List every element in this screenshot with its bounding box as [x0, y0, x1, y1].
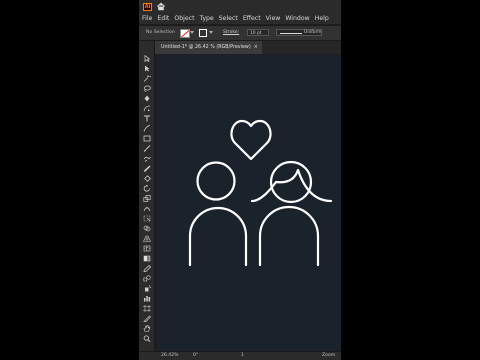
symbol-sprayer-icon[interactable]: [143, 285, 151, 292]
illustrator-logo: Ai: [143, 3, 152, 11]
scale-icon[interactable]: [143, 195, 151, 202]
lasso-icon[interactable]: [143, 85, 151, 92]
menu-help[interactable]: Help: [315, 15, 329, 22]
illustrator-window: Ai File Edit Object Type Select Effect V…: [139, 0, 341, 360]
direct-selection-icon[interactable]: [143, 65, 151, 72]
blend-icon[interactable]: [143, 275, 151, 282]
artboard-canvas[interactable]: [157, 55, 341, 351]
left-person-head: [196, 161, 236, 201]
artboard-icon[interactable]: [143, 305, 151, 312]
right-person-body: [258, 205, 320, 267]
shaper-icon[interactable]: [143, 155, 151, 162]
selection-status: No Selection: [146, 30, 175, 35]
pencil-icon[interactable]: [143, 165, 151, 172]
width-icon[interactable]: [143, 205, 151, 212]
menu-file[interactable]: File: [142, 15, 152, 22]
eyedropper-icon[interactable]: [143, 265, 151, 272]
stroke-swatch[interactable]: [199, 29, 207, 37]
rectangle-icon[interactable]: [143, 135, 151, 142]
mesh-icon[interactable]: [143, 245, 151, 252]
right-person-hair: [250, 168, 333, 203]
menu-bar: File Edit Object Type Select Effect View…: [139, 13, 341, 24]
left-person-body: [188, 206, 248, 267]
line-segment-icon[interactable]: [143, 125, 151, 132]
type-icon[interactable]: [143, 115, 151, 122]
selection-icon[interactable]: [143, 55, 151, 62]
tools-panel: [139, 41, 155, 351]
control-bar: No Selection Stroke: 10 pt Uniform: [139, 25, 341, 41]
curvature-icon[interactable]: [143, 105, 151, 112]
status-mode: Zoom: [322, 353, 336, 358]
paintbrush-icon[interactable]: [143, 145, 151, 152]
fill-dropdown-icon[interactable]: [190, 31, 194, 34]
couple-love-illustration[interactable]: [157, 55, 341, 351]
profile-label: Uniform: [304, 30, 322, 35]
close-icon[interactable]: ×: [254, 45, 258, 51]
stroke-label[interactable]: Stroke:: [223, 30, 239, 35]
rotate-icon[interactable]: [143, 185, 151, 192]
menu-effect[interactable]: Effect: [243, 15, 261, 22]
stroke-dropdown-icon[interactable]: [209, 31, 213, 34]
artboard-number[interactable]: 1: [241, 353, 244, 358]
hand-icon[interactable]: [143, 325, 151, 332]
menu-window[interactable]: Window: [285, 15, 309, 22]
zoom-level[interactable]: 26.42%: [161, 353, 179, 358]
title-bar: Ai: [139, 0, 341, 13]
menu-select[interactable]: Select: [219, 15, 238, 22]
menu-view[interactable]: View: [266, 15, 281, 22]
slice-icon[interactable]: [143, 315, 151, 322]
column-graph-icon[interactable]: [143, 295, 151, 302]
document-tab-bar: Untitled-1* @ 26.42 % (RGB/Preview) ×: [155, 41, 341, 54]
fill-swatch[interactable]: [180, 29, 190, 38]
magic-wand-icon[interactable]: [143, 75, 151, 82]
menu-object[interactable]: Object: [174, 15, 194, 22]
home-icon[interactable]: [156, 2, 166, 11]
zoom-icon[interactable]: [143, 335, 151, 342]
stroke-weight-field[interactable]: 10 pt: [247, 29, 269, 36]
profile-preview: [280, 32, 302, 34]
document-tab-title: Untitled-1* @ 26.42 % (RGB/Preview): [161, 45, 251, 50]
heart-shape: [230, 119, 272, 161]
rotation-value[interactable]: 0°: [193, 353, 198, 358]
gradient-icon[interactable]: [143, 255, 151, 262]
shape-builder-icon[interactable]: [143, 225, 151, 232]
menu-type[interactable]: Type: [200, 15, 214, 22]
free-transform-icon[interactable]: [143, 215, 151, 222]
eraser-icon[interactable]: [143, 175, 151, 182]
variable-width-profile[interactable]: Uniform: [276, 29, 322, 36]
document-tab[interactable]: Untitled-1* @ 26.42 % (RGB/Preview) ×: [155, 41, 262, 54]
menu-edit[interactable]: Edit: [157, 15, 169, 22]
perspective-grid-icon[interactable]: [143, 235, 151, 242]
pen-icon[interactable]: [143, 95, 151, 102]
status-bar: 26.42% 0° 1 Zoom: [139, 351, 341, 360]
